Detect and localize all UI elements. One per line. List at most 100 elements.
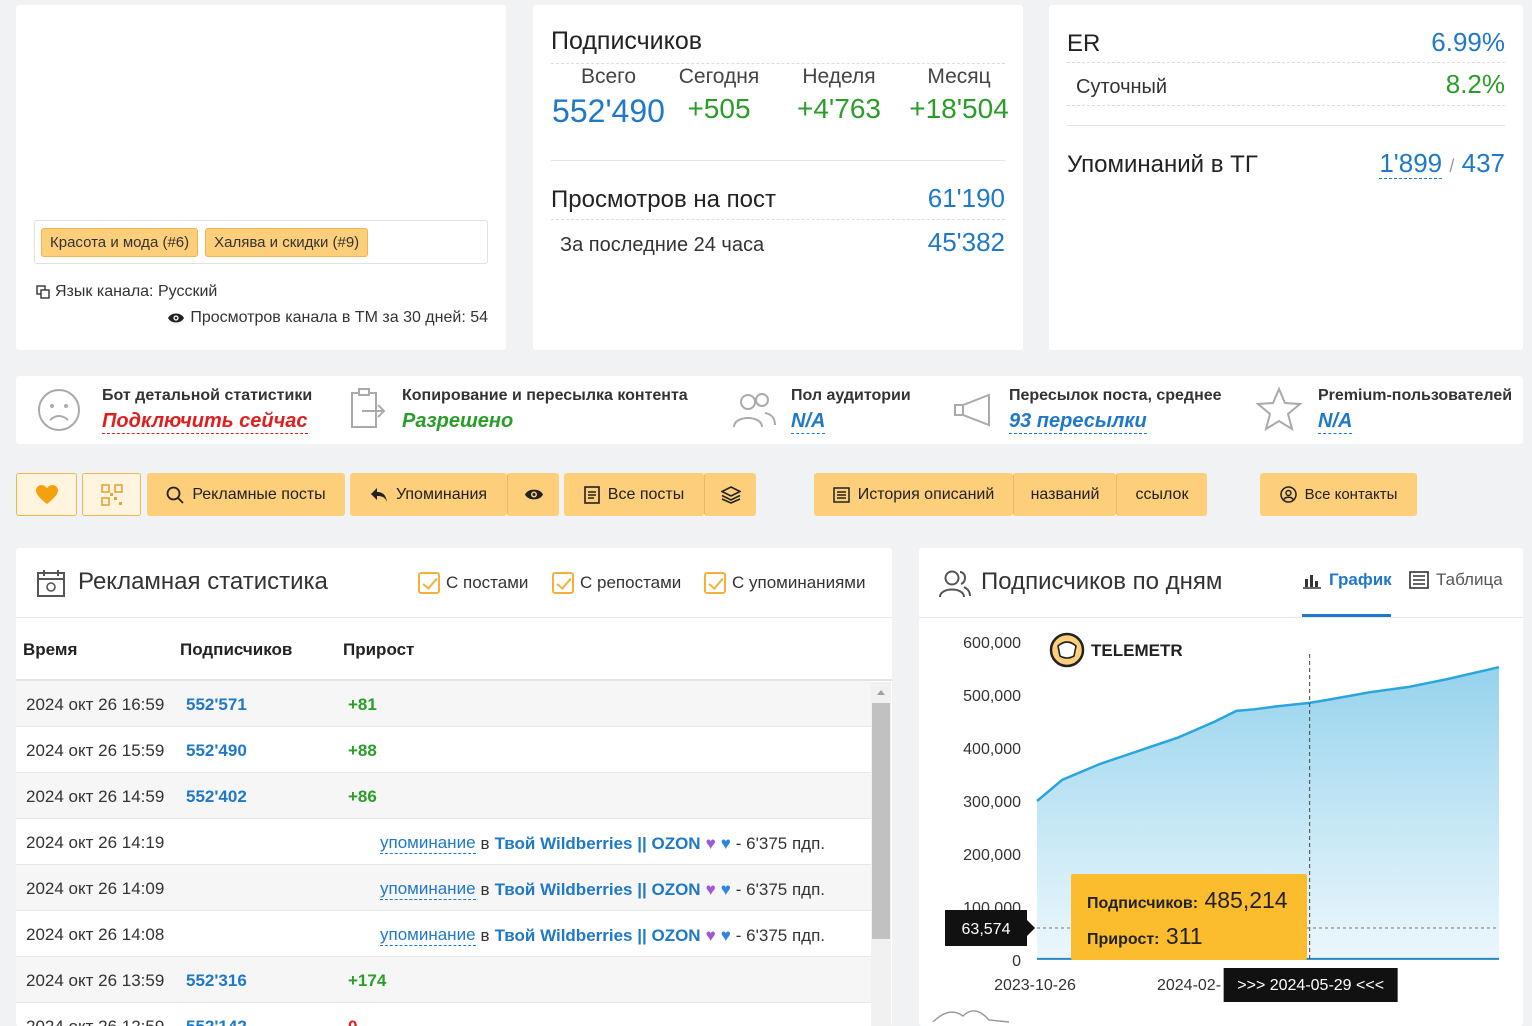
scroll-up-arrow-icon[interactable] [876, 688, 886, 696]
purple-heart-icon: ♥ [705, 833, 716, 853]
table-row-mention: 2024 окт 26 14:09 упоминание в Твой Wild… [16, 865, 871, 911]
mentions-button[interactable]: Упоминания [350, 473, 507, 516]
category-tag[interactable]: Халява и скидки (#9) [205, 227, 369, 257]
forwards-link[interactable]: 93 пересылки [1009, 410, 1147, 434]
mentions-count-link[interactable]: 1'899 [1379, 148, 1443, 179]
subs-by-day-panel: Подписчиков по дням График Таблица 600,0… [919, 548, 1523, 1026]
scrollbar-thumb[interactable] [872, 703, 890, 939]
views-per-post: Просмотров на пост 61'190 [551, 183, 1005, 213]
channel-language: Язык канала: Русский [36, 283, 217, 301]
y-tick-label: 600,000 [963, 635, 1021, 652]
list-doc-icon [583, 485, 600, 504]
telemetr-logo-text: TELEMETR [1091, 641, 1183, 660]
x-tick-label: 2023-10-26 [994, 977, 1076, 994]
mentions-row: Упоминаний в ТГ 1'899 / 437 [1067, 148, 1505, 179]
connect-bot-link[interactable]: Подключить сейчас [102, 410, 308, 434]
col-time[interactable]: Время [23, 640, 77, 660]
info-forwards: Пересылок поста, среднее 93 пересылки [951, 376, 1222, 444]
users-icon [939, 570, 971, 598]
premium-link[interactable]: N/A [1318, 410, 1353, 434]
mention-link[interactable]: упоминание [380, 833, 476, 854]
ad-posts-button[interactable]: Рекламные посты [147, 473, 345, 516]
cursor-value-label: 63,574 [962, 921, 1011, 938]
subs-by-day-title: Подписчиков по дням [981, 568, 1223, 595]
tab-table[interactable]: Таблица [1409, 570, 1503, 590]
all-posts-button[interactable]: Все посты [564, 473, 704, 516]
x-tick-label: 2024-02- [1157, 977, 1221, 994]
mention-link[interactable]: упоминание [380, 925, 476, 946]
checkbox-checked-icon [552, 572, 574, 594]
mention-channel-link[interactable]: Твой Wildberries || OZON [495, 926, 701, 946]
info-copy: Копирование и пересылка контента Разреше… [348, 376, 688, 444]
mentions-view-button[interactable] [507, 473, 559, 516]
megaphone-icon [954, 393, 990, 427]
y-tick-label: 300,000 [963, 794, 1021, 811]
table-list-icon [1409, 571, 1429, 589]
subs-total: Всего 552'490 [552, 65, 665, 129]
tm-views: Просмотров канала в ТМ за 30 дней: 54 [167, 309, 488, 327]
purple-heart-icon: ♥ [705, 879, 716, 899]
cursor-date-label: >>> 2024-05-29 <<< [1237, 977, 1384, 994]
channel-card: Красота и мода (#6) Халява и скидки (#9)… [16, 5, 506, 350]
history-descriptions-button[interactable]: История описаний [814, 473, 1013, 516]
mention-channel-link[interactable]: Твой Wildberries || OZON [495, 834, 701, 854]
ad-stats-header: Рекламная статистика С постами С репоста… [16, 548, 892, 618]
tag-box: Красота и мода (#6) Халява и скидки (#9) [34, 220, 488, 264]
er-daily-row: Суточный 8.2% [1076, 69, 1505, 99]
filter-with-posts[interactable]: С постами [418, 572, 528, 594]
info-strip: Бот детальной статистики Подключить сейч… [16, 376, 1523, 444]
eye-icon [168, 313, 185, 323]
purple-heart-icon: ♥ [705, 925, 716, 945]
subscribers-chart[interactable]: 600,000500,000400,000300,000200,000100,0… [919, 618, 1523, 1026]
subs-today: Сегодня +505 [678, 65, 760, 124]
search-icon [166, 486, 184, 504]
sad-face-icon [38, 389, 80, 431]
blue-heart-icon: ♥ [720, 925, 731, 945]
y-tick-label: 0 [1012, 953, 1021, 970]
reply-icon [370, 487, 387, 502]
layers-icon [720, 485, 741, 504]
category-tag[interactable]: Красота и мода (#6) [41, 227, 199, 257]
info-bot: Бот детальной статистики Подключить сейч… [36, 376, 312, 444]
mention-link[interactable]: упоминание [380, 879, 476, 900]
views-24h: За последние 24 часа 45'382 [560, 227, 1005, 257]
history-names-button[interactable]: названий [1013, 473, 1116, 516]
all-contacts-button[interactable]: Все контакты [1260, 473, 1417, 516]
table-row: 2024 окт 26 15:59 552'490 +88 [16, 727, 871, 773]
subs-by-day-header: Подписчиков по дням График Таблица [919, 548, 1523, 618]
er-card: ER 6.99% Суточный 8.2% Упоминаний в ТГ 1… [1049, 5, 1523, 350]
star-icon [1255, 386, 1303, 432]
table-row: 2024 окт 26 12:59 552'142 0 [16, 1003, 871, 1026]
all-posts-layers-button[interactable] [704, 473, 756, 516]
subs-month: Месяц +18'504 [909, 65, 1009, 124]
y-tick-label: 400,000 [963, 741, 1021, 758]
blue-heart-icon: ♥ [720, 833, 731, 853]
calendar-icon [37, 570, 65, 597]
favorite-button[interactable] [16, 473, 77, 516]
users-icon [733, 393, 776, 428]
qr-code-icon [100, 483, 123, 506]
list-icon [832, 486, 850, 503]
heart-icon [35, 484, 58, 504]
table-row-mention: 2024 окт 26 14:08 упоминание в Твой Wild… [16, 911, 871, 957]
filter-with-mentions[interactable]: С упоминаниями [704, 572, 865, 594]
mention-channel-link[interactable]: Твой Wildberries || OZON [495, 880, 701, 900]
table-row: 2024 окт 26 16:59 552'571 +81 [16, 681, 871, 727]
tab-chart[interactable]: График [1302, 570, 1392, 590]
translate-icon [36, 285, 50, 299]
col-gain[interactable]: Прирост [343, 640, 414, 660]
copy-forward-icon [351, 388, 386, 428]
col-subscribers[interactable]: Подписчиков [180, 640, 292, 660]
qr-button[interactable] [82, 473, 141, 516]
er-row: ER 6.99% [1067, 27, 1505, 57]
contacts-icon [1279, 486, 1297, 503]
filter-with-reposts[interactable]: С репостами [552, 572, 681, 594]
checkbox-checked-icon [418, 572, 440, 594]
history-links-button[interactable]: ссылок [1116, 473, 1207, 516]
gender-link[interactable]: N/A [791, 410, 826, 434]
subscribers-title: Подписчиков [551, 27, 703, 55]
subscribers-card: Подписчиков Всего 552'490 Сегодня +505 Н… [533, 5, 1023, 350]
eye-icon [524, 489, 543, 500]
checkbox-checked-icon [704, 572, 726, 594]
y-tick-label: 200,000 [963, 847, 1021, 864]
